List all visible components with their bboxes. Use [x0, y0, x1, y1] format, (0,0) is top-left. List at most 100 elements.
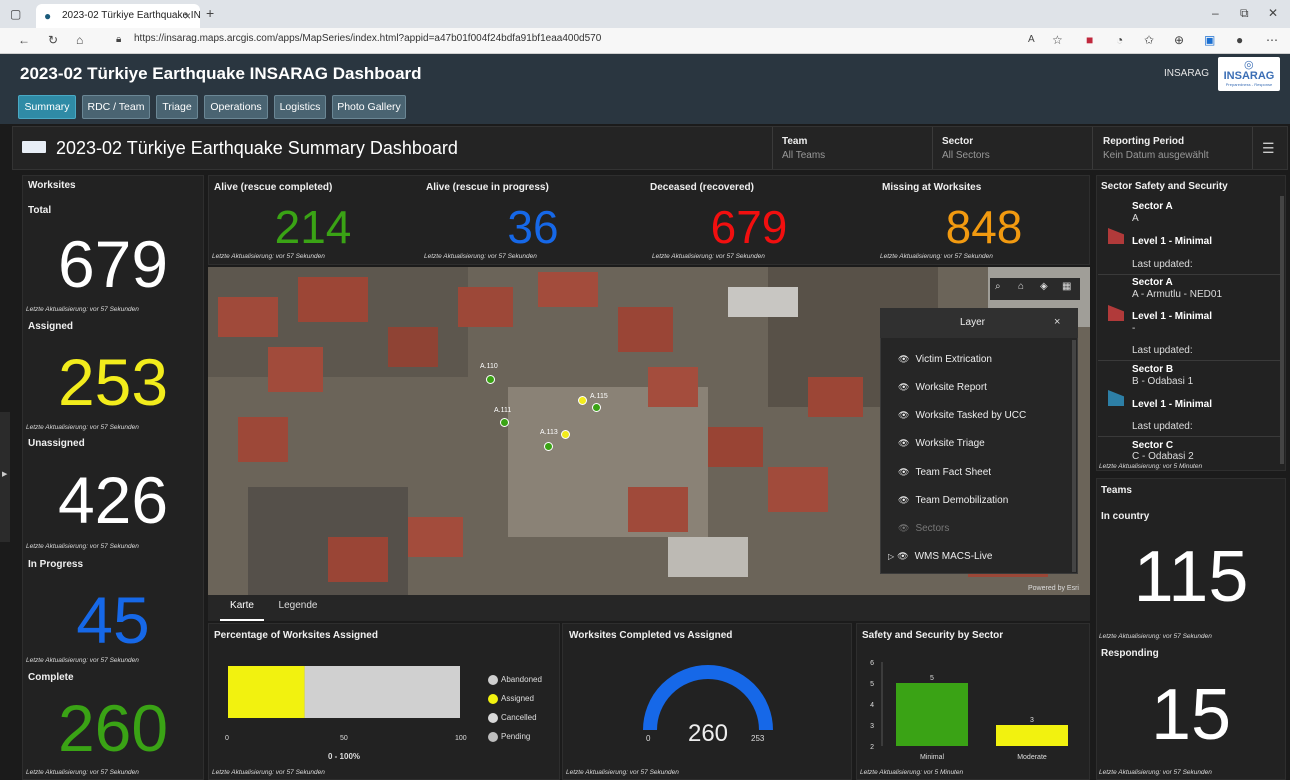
- legend-item[interactable]: Abandoned: [488, 675, 542, 685]
- url-input[interactable]: https://insarag.maps.arcgis.com/apps/Map…: [134, 33, 601, 44]
- last-updated: Letzte Aktualisierung: vor 57 Sekunden: [1099, 633, 1212, 640]
- layer-item[interactable]: 👁︎ Team Demobilization: [898, 495, 1008, 506]
- map-attribution: Powered by Esri: [1028, 585, 1079, 592]
- favorite-icon[interactable]: ☆: [1052, 33, 1063, 47]
- visibility-icon[interactable]: 👁︎: [898, 410, 909, 420]
- filter-label: Sector: [942, 136, 974, 147]
- layer-item[interactable]: 👁︎ Worksite Report: [898, 382, 987, 393]
- back-icon[interactable]: ←: [18, 33, 30, 47]
- profile-icon[interactable]: ●: [1236, 33, 1243, 47]
- search-icon[interactable]: ⌕: [995, 281, 1001, 292]
- favorites-icon[interactable]: ✩: [1144, 33, 1154, 47]
- worksite-marker[interactable]: [578, 396, 587, 405]
- visibility-icon[interactable]: 👁︎: [898, 523, 909, 533]
- home-icon[interactable]: ⌂: [76, 33, 83, 47]
- legend-item[interactable]: Pending: [488, 732, 530, 742]
- team-filter[interactable]: Team All Teams: [773, 127, 932, 169]
- worksite-marker[interactable]: [486, 375, 495, 384]
- layer-panel-scrollbar[interactable]: [1072, 340, 1076, 572]
- worksite-marker[interactable]: [500, 418, 509, 427]
- expand-icon[interactable]: ▷: [888, 552, 894, 561]
- assigned-bar[interactable]: [228, 666, 305, 718]
- sector-list-scrollbar[interactable]: [1280, 196, 1284, 464]
- y-tick-label: 5: [870, 681, 874, 688]
- x-tick-label: 100: [455, 735, 467, 742]
- last-updated: Letzte Aktualisierung: vor 57 Sekunden: [26, 769, 139, 776]
- bar-moderate[interactable]: [996, 725, 1068, 746]
- y-tick-label: 4: [870, 702, 874, 709]
- filter-value: Kein Datum ausgewählt: [1103, 150, 1209, 161]
- collections-icon[interactable]: ⊕: [1174, 33, 1184, 47]
- sector-filter[interactable]: Sector All Sectors: [933, 127, 1092, 169]
- tab-logistics[interactable]: Logistics: [274, 95, 326, 119]
- minimize-icon[interactable]: –: [1212, 6, 1219, 20]
- layer-item[interactable]: 👁︎ Worksite Triage: [898, 438, 985, 449]
- more-icon[interactable]: ⋯: [1266, 33, 1278, 47]
- insarag-logo: ◎ INSARAG Preparedness - Response: [1218, 57, 1280, 91]
- tab-operations[interactable]: Operations: [204, 95, 268, 119]
- new-tab-icon[interactable]: +: [206, 6, 214, 20]
- close-layer-panel-icon[interactable]: ×: [1054, 316, 1060, 328]
- visibility-icon[interactable]: 👁︎: [898, 382, 909, 392]
- worksites-total-label: Total: [28, 205, 52, 216]
- sector-safety-title: Sector Safety and Security: [1101, 181, 1228, 192]
- expand-icon: ▶: [2, 471, 8, 478]
- tab-karte[interactable]: Karte: [220, 595, 264, 621]
- worksites-total-value: 679: [57, 227, 169, 301]
- legend-item[interactable]: Cancelled: [488, 713, 537, 723]
- tab-photo-gallery[interactable]: Photo Gallery: [332, 95, 406, 119]
- refresh-icon[interactable]: ↻: [48, 33, 58, 47]
- tab-actions-icon[interactable]: ▢: [10, 7, 21, 21]
- bar-minimal[interactable]: [896, 683, 968, 746]
- x-tick-label: 0: [225, 735, 229, 742]
- extension-icon[interactable]: ▣: [1204, 33, 1215, 47]
- layers-icon[interactable]: ◈: [1040, 281, 1048, 292]
- tab-rdc-team[interactable]: RDC / Team: [82, 95, 150, 119]
- layer-item[interactable]: 👁︎ Sectors: [898, 523, 949, 534]
- tab-triage[interactable]: Triage: [156, 95, 198, 119]
- tab-title: 2023-02 Türkiye Earthquake INSA: [62, 10, 200, 21]
- tab-legende[interactable]: Legende: [276, 595, 320, 621]
- sync-icon[interactable]: ◔: [1116, 33, 1123, 47]
- layer-item[interactable]: ▷ 👁︎ WMS MACS-Live: [888, 551, 992, 562]
- visibility-icon[interactable]: 👁︎: [898, 495, 909, 505]
- basemap-gallery-icon[interactable]: ▦: [1062, 281, 1071, 292]
- browser-tab[interactable]: ● 2023-02 Türkiye Earthquake INSA ×: [36, 4, 200, 28]
- visibility-icon[interactable]: 👁︎: [898, 438, 909, 448]
- worksite-marker[interactable]: [592, 403, 601, 412]
- pct-assigned-title: Percentage of Worksites Assigned: [214, 630, 378, 641]
- legend-label: Abandoned: [501, 675, 542, 685]
- legend-item[interactable]: Assigned: [488, 694, 534, 704]
- tab-summary[interactable]: Summary: [18, 95, 76, 119]
- layer-item[interactable]: 👁︎ Team Fact Sheet: [898, 467, 991, 478]
- extension-shield-icon[interactable]: ■: [1086, 33, 1093, 47]
- menu-icon[interactable]: ☰: [1262, 140, 1275, 157]
- close-tab-icon[interactable]: ×: [184, 9, 191, 23]
- missing-value: 848: [945, 201, 1023, 253]
- layer-item[interactable]: 👁︎ Victim Extrication: [898, 354, 992, 365]
- sector-subtitle: A - Armutlu - NED01: [1132, 289, 1223, 300]
- last-updated: Letzte Aktualisierung: vor 5 Minuten: [860, 769, 964, 776]
- gauge-min: 0: [646, 734, 651, 743]
- layer-item[interactable]: 👁︎ Worksite Tasked by UCC: [898, 410, 1026, 421]
- side-panel-toggle[interactable]: ▶: [0, 412, 10, 542]
- favicon-icon: ●: [44, 9, 52, 23]
- close-window-icon[interactable]: ✕: [1268, 6, 1278, 20]
- pct-assigned-chart: [228, 666, 460, 718]
- restore-icon[interactable]: ⧉: [1240, 6, 1249, 20]
- worksite-marker[interactable]: [561, 430, 570, 439]
- gauge-max: 253: [751, 734, 765, 743]
- read-aloud-icon[interactable]: A: [1028, 33, 1035, 47]
- home-map-icon[interactable]: ⌂: [1018, 281, 1024, 292]
- marker-label: A.110: [480, 363, 498, 370]
- worksite-marker[interactable]: [544, 442, 553, 451]
- pending-bar[interactable]: [304, 666, 460, 718]
- visibility-icon[interactable]: 👁︎: [897, 551, 908, 561]
- layer-label: Team Demobilization: [915, 495, 1009, 506]
- reporting-period-filter[interactable]: Reporting Period Kein Datum ausgewählt: [1093, 127, 1252, 169]
- last-updated: Letzte Aktualisierung: vor 57 Sekunden: [26, 543, 139, 550]
- missing-label: Missing at Worksites: [882, 182, 982, 193]
- filter-label: Team: [782, 136, 808, 147]
- visibility-icon[interactable]: 👁︎: [898, 354, 909, 364]
- visibility-icon[interactable]: 👁︎: [898, 467, 909, 477]
